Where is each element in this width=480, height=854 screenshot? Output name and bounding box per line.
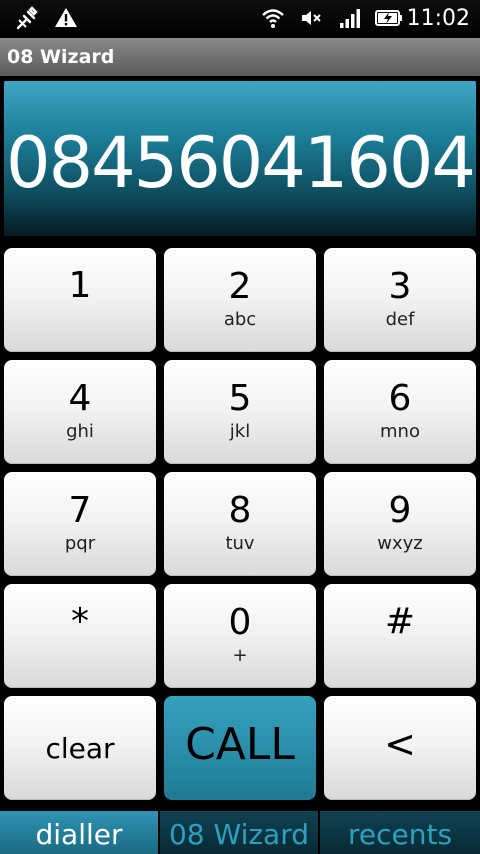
key-digit: 8 [228, 490, 252, 531]
key-letters: mno [380, 421, 420, 442]
key-letters: jkl [229, 421, 251, 442]
key-0[interactable]: 0 + [164, 584, 316, 688]
warning-icon [54, 6, 78, 32]
key-digit: 6 [388, 378, 412, 419]
app-title: 08 Wizard [7, 46, 115, 68]
bottom-tab-bar: dialler 08 Wizard recents [0, 809, 480, 854]
key-2[interactable]: 2 abc [164, 248, 316, 352]
key-digit: 7 [68, 490, 92, 531]
key-1[interactable]: 1 [4, 248, 156, 352]
key-letters: tuv [225, 533, 255, 554]
key-letters: ghi [66, 421, 94, 442]
usb-debug-icon [14, 6, 40, 32]
key-6[interactable]: 6 mno [324, 360, 476, 464]
key-3[interactable]: 3 def [324, 248, 476, 352]
key-star[interactable]: * [4, 584, 156, 688]
key-digit: 0 [228, 602, 252, 643]
key-digit: 1 [68, 265, 92, 306]
key-letters: + [232, 645, 248, 666]
status-time: 11:02 [406, 6, 470, 31]
signal-icon [338, 6, 362, 32]
clear-label: clear [45, 732, 115, 765]
key-letters: abc [223, 309, 257, 330]
key-8[interactable]: 8 tuv [164, 472, 316, 576]
key-letters: def [385, 309, 415, 330]
number-display: 08456041604 [4, 81, 476, 236]
key-hash[interactable]: # [324, 584, 476, 688]
key-letters: pqr [64, 533, 96, 554]
dialled-number: 08456041604 [6, 122, 476, 204]
clear-button[interactable]: clear [4, 696, 156, 800]
tab-dialler[interactable]: dialler [0, 811, 158, 854]
wifi-icon [261, 6, 285, 32]
backspace-label: < [384, 722, 416, 766]
tab-recents[interactable]: recents [320, 811, 480, 854]
key-letters: wxyz [377, 533, 423, 554]
call-button[interactable]: CALL [164, 696, 316, 800]
key-digit: 9 [388, 490, 412, 531]
mute-icon [300, 6, 324, 32]
key-digit: 4 [68, 378, 92, 419]
backspace-button[interactable]: < [324, 696, 476, 800]
title-bar: 08 Wizard [0, 38, 480, 76]
screen: 11:02 08 Wizard 08456041604 1 2 abc 3 de… [0, 0, 480, 854]
call-label: CALL [185, 719, 295, 770]
status-bar: 11:02 [0, 0, 480, 38]
key-4[interactable]: 4 ghi [4, 360, 156, 464]
key-9[interactable]: 9 wxyz [324, 472, 476, 576]
key-digit: 5 [228, 378, 252, 419]
key-digit: 3 [388, 266, 412, 307]
battery-charging-icon [374, 6, 404, 32]
tab-08-wizard[interactable]: 08 Wizard [160, 811, 318, 854]
key-5[interactable]: 5 jkl [164, 360, 316, 464]
key-digit: 2 [228, 266, 252, 307]
keypad: 1 2 abc 3 def 4 ghi 5 jkl 6 mno 7 pqr 8 [4, 248, 476, 800]
key-digit: * [71, 601, 89, 642]
key-digit: # [384, 601, 416, 642]
key-7[interactable]: 7 pqr [4, 472, 156, 576]
